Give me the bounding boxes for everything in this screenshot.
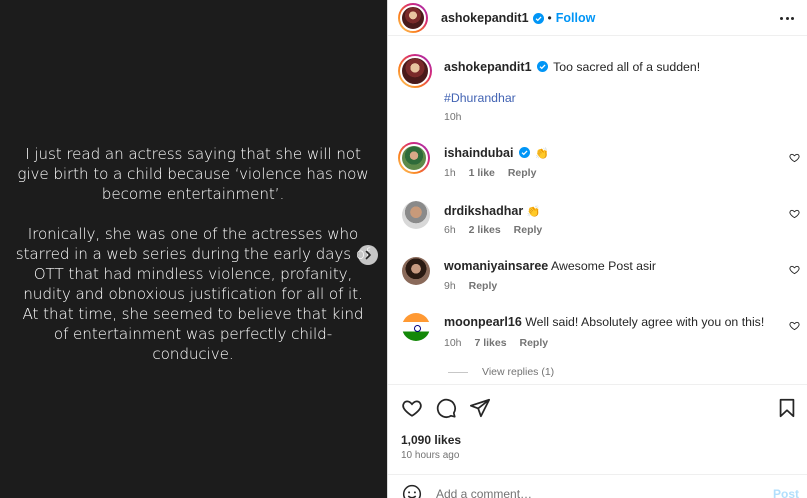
add-comment-bar: Add a comment… Post bbox=[388, 474, 807, 498]
comment-avatar[interactable] bbox=[398, 142, 430, 174]
comment-username[interactable]: moonpearl16 bbox=[444, 315, 522, 329]
comment-avatar-india-flag[interactable] bbox=[402, 313, 430, 341]
comment-time: 9h bbox=[444, 280, 456, 292]
header-separator: • bbox=[547, 11, 552, 25]
author-avatar-image bbox=[400, 5, 426, 31]
add-comment-input[interactable]: Add a comment… bbox=[436, 487, 532, 498]
comment-meta: 9h Reply bbox=[444, 280, 507, 292]
comment-item: drdikshadhar 👏 6h 2 likes Reply bbox=[388, 200, 807, 240]
comment-like-heart-icon[interactable] bbox=[789, 208, 800, 219]
more-options-icon[interactable] bbox=[780, 11, 794, 25]
emoji-icon[interactable] bbox=[402, 484, 422, 498]
view-replies-button[interactable]: View replies (1) bbox=[448, 366, 554, 378]
comment-item: moonpearl16 Well said! Absolutely agree … bbox=[388, 312, 807, 352]
post-text-paragraph-2: Ironically, she was one of the actresses… bbox=[15, 225, 371, 363]
comment-text-line: ishaindubai 👏 bbox=[444, 145, 549, 162]
comment-meta: 6h 2 likes Reply bbox=[444, 224, 552, 236]
comment-meta: 10h 7 likes Reply bbox=[444, 337, 558, 349]
post-side-panel: ashokepandit1 • Follow ashokepandit1 Too… bbox=[387, 0, 807, 498]
like-count[interactable]: 1,090 likes bbox=[401, 433, 461, 447]
comment-username[interactable]: womaniyainsaree bbox=[444, 259, 548, 273]
comment-username[interactable]: ishaindubai bbox=[444, 146, 513, 160]
comment-likes[interactable]: 2 likes bbox=[469, 224, 501, 236]
chevron-right-icon bbox=[365, 250, 371, 260]
comment-item: womaniyainsaree Awesome Post asir 9h Rep… bbox=[388, 256, 807, 296]
post-header: ashokepandit1 • Follow bbox=[388, 0, 807, 36]
follow-button[interactable]: Follow bbox=[556, 11, 596, 25]
comment-item: ishaindubai 👏 1h 1 like Reply bbox=[388, 142, 807, 182]
comment-text-line: womaniyainsaree Awesome Post asir bbox=[444, 258, 656, 274]
clapping-hands-emoji: 👏 bbox=[535, 148, 549, 160]
comment-text-line: moonpearl16 Well said! Absolutely agree … bbox=[444, 314, 764, 330]
caption-time: 10h bbox=[444, 111, 462, 123]
comment-text-line: drdikshadhar 👏 bbox=[444, 203, 540, 220]
comment-avatar[interactable] bbox=[402, 257, 430, 285]
verified-badge-icon bbox=[518, 147, 530, 158]
heart-icon[interactable] bbox=[401, 397, 423, 419]
caption-avatar[interactable] bbox=[398, 54, 432, 88]
comment-avatar-image bbox=[402, 201, 430, 229]
comment-reply-button[interactable]: Reply bbox=[520, 337, 549, 349]
comment-avatar-image bbox=[402, 257, 430, 285]
comment-likes[interactable]: 1 like bbox=[469, 167, 495, 179]
comment-like-heart-icon[interactable] bbox=[789, 152, 800, 163]
caption-hashtag[interactable]: #Dhurandhar bbox=[444, 91, 516, 105]
comment-avatar[interactable] bbox=[402, 201, 430, 229]
comment-time: 10h bbox=[444, 337, 462, 349]
comment-text: Awesome Post asir bbox=[550, 259, 656, 273]
post-media: I just read an actress saying that she w… bbox=[0, 0, 387, 498]
clapping-hands-emoji: 👏 bbox=[526, 206, 541, 218]
post-comment-button[interactable]: Post bbox=[773, 487, 799, 498]
view-replies-line bbox=[448, 371, 468, 373]
caption-text: Too sacred all of a sudden! bbox=[553, 60, 701, 74]
caption-text-line: ashokepandit1 Too sacred all of a sudden… bbox=[444, 59, 700, 75]
comment-meta: 1h 1 like Reply bbox=[444, 167, 546, 179]
comment-avatar-image bbox=[400, 144, 428, 172]
share-icon[interactable] bbox=[469, 397, 491, 419]
header-user: ashokepandit1 • Follow bbox=[441, 11, 595, 25]
comment-like-heart-icon[interactable] bbox=[789, 264, 800, 275]
comment-reply-button[interactable]: Reply bbox=[514, 224, 543, 236]
comment-icon[interactable] bbox=[435, 397, 457, 419]
caption-hashtag-line: #Dhurandhar bbox=[444, 90, 516, 106]
verified-badge-icon bbox=[536, 61, 548, 72]
more-dot bbox=[780, 16, 783, 20]
comment-username[interactable]: drdikshadhar bbox=[444, 204, 523, 218]
more-dot bbox=[785, 16, 789, 20]
post-timestamp[interactable]: 10 hours ago bbox=[401, 450, 459, 461]
comment-reply-button[interactable]: Reply bbox=[508, 167, 537, 179]
comment-likes[interactable]: 7 likes bbox=[474, 337, 506, 349]
post-caption: ashokepandit1 Too sacred all of a sudden… bbox=[388, 54, 807, 124]
view-replies-label: View replies (1) bbox=[482, 366, 555, 378]
caption-avatar-image bbox=[400, 56, 430, 86]
comment-text: Well said! Absolutely agree with you on … bbox=[525, 315, 765, 329]
post-text-paragraph-1: I just read an actress saying that she w… bbox=[17, 145, 369, 203]
post-image-text: I just read an actress saying that she w… bbox=[14, 144, 372, 384]
bookmark-icon[interactable] bbox=[776, 397, 798, 419]
header-username[interactable]: ashokepandit1 bbox=[441, 11, 529, 25]
post-actions: 1,090 likes 10 hours ago bbox=[388, 384, 807, 470]
comment-like-heart-icon[interactable] bbox=[789, 320, 800, 331]
caption-username[interactable]: ashokepandit1 bbox=[444, 60, 532, 74]
next-slide-button[interactable] bbox=[358, 245, 378, 265]
author-avatar[interactable] bbox=[398, 3, 428, 33]
more-dot bbox=[791, 16, 794, 20]
verified-badge-icon bbox=[532, 12, 544, 24]
comment-time: 1h bbox=[444, 167, 456, 179]
comment-reply-button[interactable]: Reply bbox=[469, 280, 498, 292]
comment-time: 6h bbox=[444, 224, 456, 236]
